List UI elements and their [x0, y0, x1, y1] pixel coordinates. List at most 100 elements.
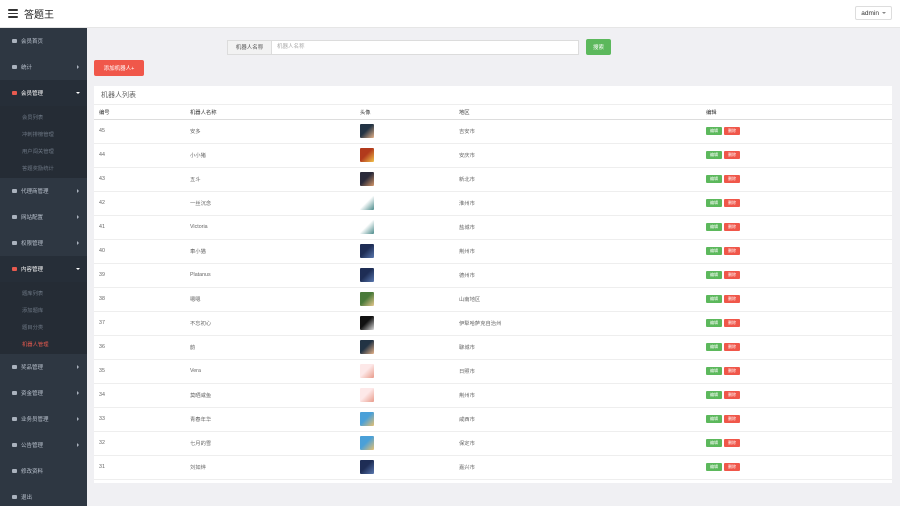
cell-region: 德州市: [454, 263, 701, 288]
delete-button[interactable]: 删除: [724, 271, 740, 279]
add-robot-button[interactable]: 添加机器人+: [94, 60, 144, 76]
cell-avatar: [355, 335, 454, 360]
cell-region: 日照市: [454, 359, 701, 384]
edit-button[interactable]: 编辑: [706, 319, 722, 327]
sidebar-item-label: 奖品管理: [21, 365, 44, 371]
delete-button[interactable]: 删除: [724, 247, 740, 255]
edit-button[interactable]: 编辑: [706, 439, 722, 447]
sidebar-subitem[interactable]: 用户闯关管理: [0, 142, 87, 159]
sidebar-subitem[interactable]: 冲刺排榜管理: [0, 125, 87, 142]
delete-button[interactable]: 删除: [724, 463, 740, 471]
cell-actions: 编辑 删除: [701, 167, 892, 192]
user-menu[interactable]: admin: [855, 6, 892, 20]
edit-button[interactable]: 编辑: [706, 127, 722, 135]
sidebar-subitem[interactable]: 题库列表: [0, 284, 87, 301]
cell-avatar: [355, 407, 454, 432]
delete-button[interactable]: 删除: [724, 175, 740, 183]
sidebar-item[interactable]: 修改资料: [0, 458, 87, 484]
search-input[interactable]: [272, 40, 578, 54]
column-header-id: 编号: [94, 105, 185, 120]
book-icon: [11, 266, 18, 272]
edit-button[interactable]: 编辑: [706, 463, 722, 471]
edit-button[interactable]: 编辑: [706, 415, 722, 423]
edit-button[interactable]: 编辑: [706, 247, 722, 255]
cell-region: 淮州市: [454, 191, 701, 216]
sidebar-item[interactable]: 权限管理: [0, 230, 87, 256]
avatar: [360, 124, 374, 138]
delete-button[interactable]: 删除: [724, 391, 740, 399]
edit-button[interactable]: 编辑: [706, 199, 722, 207]
sidebar-item-label: 业务员管理: [21, 417, 49, 423]
sidebar-item[interactable]: 代理商管理: [0, 178, 87, 204]
cell-actions: 编辑 删除: [701, 263, 892, 288]
table-row: 33 青春年华 咸西市 编辑 删除: [94, 407, 892, 432]
sidebar-item-label: 会员管理: [21, 91, 44, 97]
logout-icon: [11, 494, 18, 500]
delete-button[interactable]: 删除: [724, 151, 740, 159]
chevron-right-icon: [77, 189, 79, 193]
delete-button[interactable]: 删除: [724, 343, 740, 351]
cell-id: 36: [94, 335, 185, 360]
edit-button[interactable]: 编辑: [706, 175, 722, 183]
sidebar-item[interactable]: 会员管理: [0, 80, 87, 106]
sidebar-item[interactable]: 退出: [0, 484, 87, 506]
sidebar-item[interactable]: 公告管理: [0, 432, 87, 458]
cell-avatar: [355, 239, 454, 264]
delete-button[interactable]: 删除: [724, 127, 740, 135]
cell-name: 七月的雪: [185, 431, 355, 456]
edit-button[interactable]: 编辑: [706, 343, 722, 351]
sidebar-subitem[interactable]: 会员列表: [0, 108, 87, 125]
app-title: 答题王: [24, 10, 54, 21]
edit-button[interactable]: 编辑: [706, 271, 722, 279]
edit-button[interactable]: 编辑: [706, 391, 722, 399]
sidebar-item[interactable]: 网站配置: [0, 204, 87, 230]
cell-avatar: [355, 191, 454, 216]
edit-button[interactable]: 编辑: [706, 295, 722, 303]
cell-region: 嘉兴市: [454, 455, 701, 480]
delete-button[interactable]: 删除: [724, 223, 740, 231]
delete-button[interactable]: 删除: [724, 199, 740, 207]
sidebar-item[interactable]: 会员首页: [0, 28, 87, 54]
main-content: 机器人名称 搜索 添加机器人+ 机器人列表 编号 机器人名称 头像 地区 编辑 …: [87, 28, 900, 506]
delete-button[interactable]: 删除: [724, 367, 740, 375]
gears-icon: [11, 240, 18, 246]
sidebar-item[interactable]: 统计: [0, 54, 87, 80]
delete-button[interactable]: 删除: [724, 415, 740, 423]
delete-button[interactable]: 删除: [724, 319, 740, 327]
sidebar-item[interactable]: 业务员管理: [0, 406, 87, 432]
menu-toggle-icon[interactable]: [8, 9, 18, 18]
delete-button[interactable]: 删除: [724, 439, 740, 447]
sidebar-subitem[interactable]: 答题奖励统计: [0, 159, 87, 176]
tag-icon: [11, 364, 18, 370]
table-row: 36 韵 聊城市 编辑 删除: [94, 335, 892, 360]
avatar: [360, 460, 374, 474]
cell-avatar: [355, 215, 454, 240]
edit-button[interactable]: 编辑: [706, 151, 722, 159]
cell-actions: 编辑 删除: [701, 335, 892, 360]
sidebar-subitem[interactable]: 题目分类: [0, 318, 87, 335]
sidebar-item[interactable]: 资金管理: [0, 380, 87, 406]
cell-avatar: [355, 143, 454, 168]
edit-button[interactable]: 编辑: [706, 223, 722, 231]
cell-id: 41: [94, 215, 185, 240]
group-icon: [11, 188, 18, 194]
sidebar-subitem[interactable]: 机器人管理: [0, 335, 87, 352]
cell-avatar: [355, 119, 454, 144]
edit-button[interactable]: 编辑: [706, 367, 722, 375]
cell-actions: 编辑 删除: [701, 239, 892, 264]
sidebar-item[interactable]: 奖品管理: [0, 354, 87, 380]
cell-region: 新北市: [454, 167, 701, 192]
sidebar-item-label: 公告管理: [21, 443, 44, 449]
delete-button[interactable]: 删除: [724, 295, 740, 303]
username: admin: [861, 9, 879, 17]
avatar: [360, 148, 374, 162]
cell-region: 保定市: [454, 431, 701, 456]
sidebar-item[interactable]: 内容管理: [0, 256, 87, 282]
sidebar-item-label: 修改资料: [21, 469, 44, 475]
column-header-avatar: 头像: [355, 105, 454, 120]
sidebar-subitem[interactable]: 添加题库: [0, 301, 87, 318]
search-button[interactable]: 搜索: [586, 39, 611, 55]
cell-id: 43: [94, 167, 185, 192]
cell-id: 40: [94, 239, 185, 264]
cell-name: 青春年华: [185, 407, 355, 432]
